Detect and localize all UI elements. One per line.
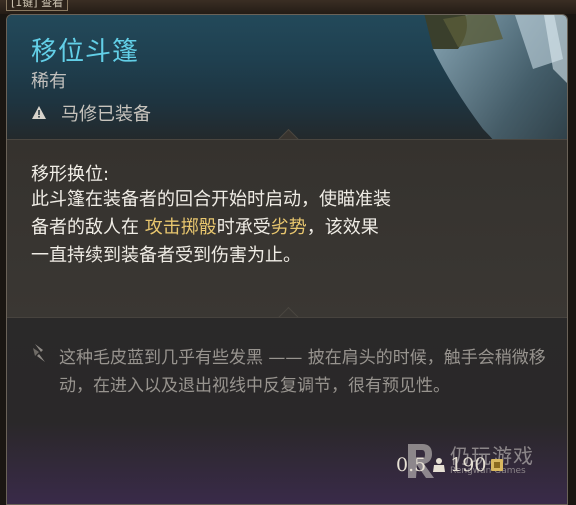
- passive-name: 移形换位:: [31, 164, 110, 185]
- top-strip: [1键] 查看: [0, 0, 576, 14]
- equipped-text: 马修已装备: [61, 104, 151, 125]
- item-rarity: 稀有: [31, 71, 67, 92]
- coin-icon: [491, 459, 504, 471]
- lore-text: 这种毛皮蓝到几乎有些发黑 —— 披在肩头的时候，触手会稍微移动，在进入以及退出视…: [59, 348, 546, 396]
- key-hint: [1键] 查看: [6, 0, 69, 11]
- item-tooltip: 移位斗篷 稀有 马修已装备 移形换位: 此斗篷在装备者的回合开始时启动，使瞄准装…: [6, 14, 568, 505]
- item-name: 移位斗篷: [31, 37, 140, 67]
- equipped-status: 马修已装备: [31, 101, 151, 125]
- passive-desc-2: 时承受: [216, 217, 271, 238]
- item-footer: 0.5 190: [396, 454, 504, 476]
- keyword-disadvantage[interactable]: 劣势: [271, 217, 307, 238]
- passive-description: 此斗篷在装备者的回合开始时启动，使瞄准装备者的敌人在 攻击掷骰时承受劣势，该效果…: [31, 186, 391, 270]
- item-header: 移位斗篷 稀有 马修已装备: [7, 15, 567, 239]
- quill-icon: [33, 344, 45, 362]
- passive-section: 移形换位: 此斗篷在装备者的回合开始时启动，使瞄准装备者的敌人在 攻击掷骰时承受…: [7, 139, 567, 318]
- price-value: 190: [450, 454, 487, 476]
- warning-icon: [32, 106, 46, 119]
- weight-icon: [433, 458, 446, 472]
- weight-value: 0.5: [396, 454, 427, 476]
- keyword-attack-roll[interactable]: 攻击掷骰: [145, 217, 217, 238]
